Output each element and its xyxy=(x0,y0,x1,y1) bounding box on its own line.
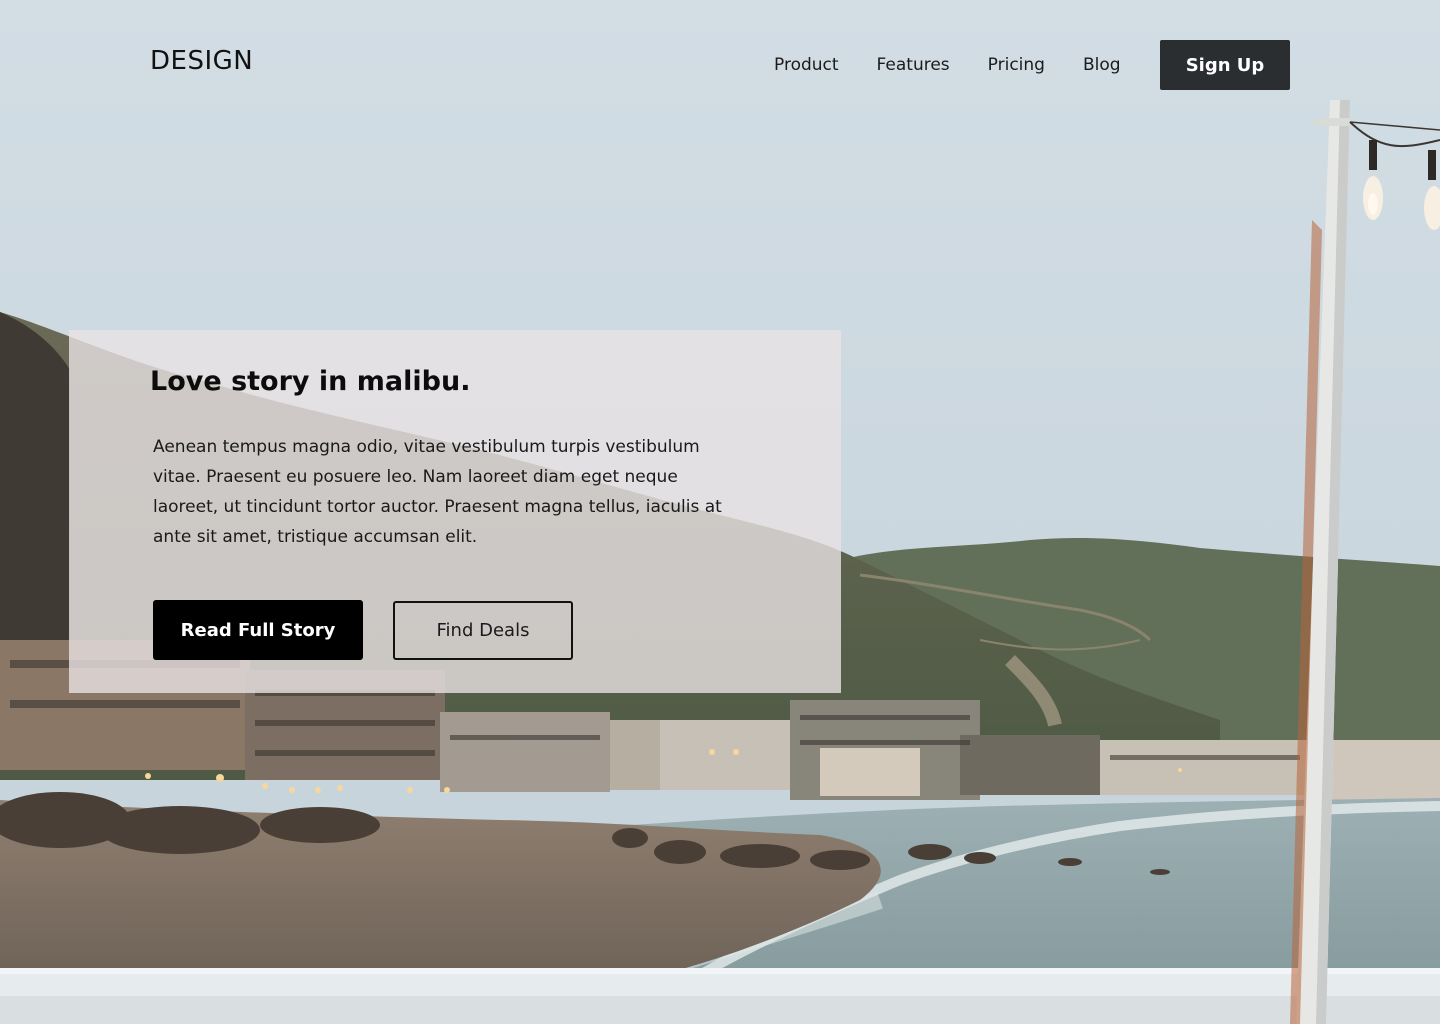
nav-item-blog[interactable]: Blog xyxy=(1083,55,1121,75)
story-body: Aenean tempus magna odio, vitae vestibul… xyxy=(153,437,722,547)
site-header: DESIGN Product Features Pricing Blog Sig… xyxy=(0,0,1440,130)
brand-logo[interactable]: DESIGN xyxy=(150,46,253,76)
primary-nav: Product Features Pricing Blog xyxy=(774,52,1121,78)
nav-item-product[interactable]: Product xyxy=(774,55,839,75)
find-deals-button[interactable]: Find Deals xyxy=(393,601,573,660)
story-title: Love story in malibu. xyxy=(150,366,471,397)
read-full-story-button[interactable]: Read Full Story xyxy=(153,600,363,660)
nav-item-features[interactable]: Features xyxy=(877,55,950,75)
story-card: Love story in malibu. Aenean tempus magn… xyxy=(69,330,841,693)
sign-up-button[interactable]: Sign Up xyxy=(1160,40,1290,90)
nav-item-pricing[interactable]: Pricing xyxy=(988,55,1045,75)
